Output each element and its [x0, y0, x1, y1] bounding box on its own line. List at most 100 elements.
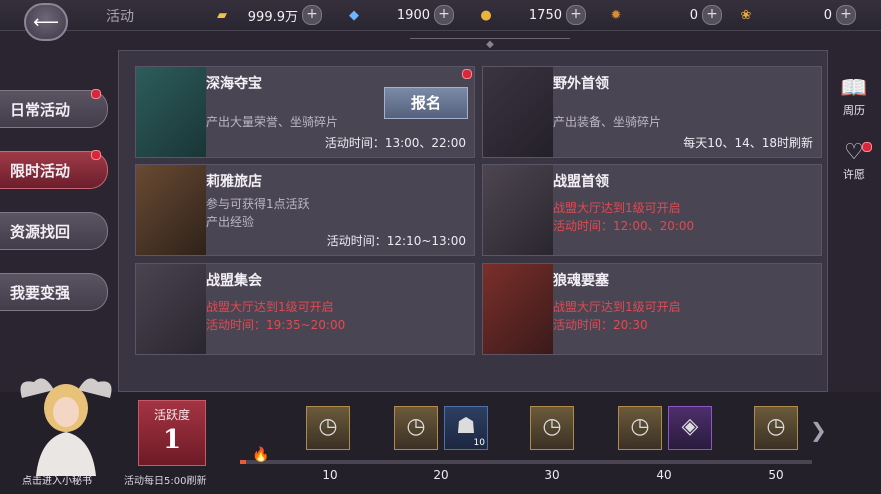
milestone-label: 20 [433, 468, 449, 482]
flame-icon: 🔥 [252, 447, 270, 463]
activity-points-box: 活跃度 1 [138, 400, 206, 466]
pocket-watch-icon: ◷ [406, 414, 426, 439]
reward-slot[interactable]: ◷ [306, 406, 350, 450]
back-arrow-icon: ⟵ [33, 11, 59, 33]
reward-slot[interactable]: ☗ 10 [444, 406, 488, 450]
activity-card[interactable]: 深海夺宝产出大量荣誉、坐骑碎片活动时间：13:00、22:00 报名 [135, 66, 475, 158]
weekly-calendar-button[interactable]: 📖 周历 [832, 76, 876, 118]
resource-value: 1900 [396, 7, 430, 23]
book-icon: 📖 [840, 76, 868, 101]
activity-card[interactable]: 战盟首领战盟大厅达到1级可开启 活动时间：12:00、20:00 [482, 164, 822, 256]
card-detail: 活动时间：20:30 [553, 318, 648, 332]
wild-boss-art [483, 67, 553, 157]
diamond-icon: ◆ [349, 7, 359, 23]
nav-tab-label: 限时活动 [10, 162, 71, 180]
card-time: 活动时间：13:00、22:00 [324, 136, 466, 150]
notification-dot [91, 89, 101, 99]
nav-tab-1[interactable]: 限时活动 [0, 150, 108, 189]
reward-slot[interactable]: ◷ [530, 406, 574, 450]
crystal-gem-icon: ◈ [681, 414, 699, 439]
coin-icon: ● [480, 7, 492, 23]
card-title: 深海夺宝 [206, 76, 262, 92]
reward-slot[interactable]: ◷ [394, 406, 438, 450]
activity-points-label: 活跃度 [153, 408, 190, 422]
pocket-watch-icon: ◷ [542, 414, 562, 439]
card-detail: 战盟大厅达到1级可开启 [553, 201, 681, 215]
milestone-label: 30 [544, 468, 560, 482]
resource-value: 1750 [528, 7, 562, 23]
nav-tab-label: 日常活动 [10, 101, 71, 119]
guild-boss-art [483, 165, 553, 255]
reward-slot[interactable]: ◷ [754, 406, 798, 450]
resource-value: 0 [689, 7, 698, 23]
activity-card[interactable]: 莉雅旅店参与可获得1点活跃 产出经验活动时间：12:10~13:00 [135, 164, 475, 256]
reward-slot[interactable]: ◈ [668, 406, 712, 450]
lia-inn-art [136, 165, 206, 255]
guild-gathering-art [136, 264, 206, 354]
notification-dot [862, 142, 872, 152]
card-title: 野外首领 [553, 76, 609, 92]
card-detail: 活动时间：12:00、20:00 [553, 219, 695, 233]
reward-quantity: 10 [473, 438, 485, 448]
card-detail: 产出经验 [206, 215, 255, 229]
nav-tab-2[interactable]: 资源找回 [0, 212, 108, 250]
activity-refresh-note: 活动每日5:00刷新 [124, 476, 207, 487]
wish-label: 许愿 [843, 168, 865, 181]
feather-icon: ❀ [740, 7, 752, 23]
milestone-label: 10 [322, 468, 338, 482]
signup-button[interactable]: 报名 [384, 87, 468, 119]
resource-0: ▰ 999.9万 + [212, 4, 322, 26]
add-resource-button[interactable]: + [702, 5, 722, 25]
nav-tab-3[interactable]: 我要变强 [0, 273, 108, 311]
add-resource-button[interactable]: + [566, 5, 586, 25]
resource-2: ● 1750 + [476, 4, 586, 26]
secretary-avatar[interactable] [14, 368, 118, 476]
pocket-watch-icon: ◷ [318, 414, 338, 439]
card-title: 狼魂要塞 [553, 273, 609, 289]
add-resource-button[interactable]: + [434, 5, 454, 25]
card-time: 每天10、14、18时刷新 [683, 136, 813, 150]
nav-tab-0[interactable]: 日常活动 [0, 89, 108, 128]
medal-icon: ✹ [610, 7, 622, 23]
card-detail: 产出装备、坐骑碎片 [553, 115, 662, 129]
card-title: 战盟首领 [553, 174, 609, 190]
back-button[interactable]: ⟵ [24, 3, 68, 41]
notification-dot [91, 150, 101, 160]
card-detail: 战盟大厅达到1级可开启 [206, 300, 334, 314]
resource-3: ✹ 0 + [606, 4, 722, 26]
page-title: 活动 [106, 9, 134, 25]
milestone-label: 40 [656, 468, 672, 482]
resource-4: ❀ 0 + [736, 4, 856, 26]
card-detail: 战盟大厅达到1级可开启 [553, 300, 681, 314]
resource-value: 0 [823, 7, 832, 23]
card-detail: 产出大量荣誉、坐骑碎片 [206, 115, 339, 129]
resource-1: ◆ 1900 + [344, 4, 454, 26]
pocket-watch-icon: ◷ [630, 414, 650, 439]
weekly-calendar-label: 周历 [843, 104, 865, 117]
activity-progress-fill [240, 460, 246, 464]
next-arrow-icon[interactable]: ❯ [810, 418, 827, 442]
milestone-label: 50 [768, 468, 784, 482]
activity-card[interactable]: 战盟集会战盟大厅达到1级可开启 活动时间：19:35~20:00 [135, 263, 475, 355]
card-time: 活动时间：12:10~13:00 [326, 234, 466, 248]
silver-chest-icon: ☗ [456, 414, 476, 439]
activity-progress-bar [240, 460, 812, 464]
nav-tab-label: 资源找回 [10, 223, 71, 241]
wish-button[interactable]: ♡ 许愿 [832, 140, 876, 182]
card-title: 莉雅旅店 [206, 174, 262, 190]
activity-card[interactable]: 野外首领产出装备、坐骑碎片每天10、14、18时刷新 [482, 66, 822, 158]
reward-slot[interactable]: ◷ [618, 406, 662, 450]
resource-value: 999.9万 [247, 9, 298, 25]
secretary-label: 点击进入小秘书 [22, 476, 92, 487]
card-detail: 活动时间：19:35~20:00 [206, 318, 346, 332]
pocket-watch-icon: ◷ [766, 414, 786, 439]
gold-bar-icon: ▰ [217, 7, 227, 23]
deep-sea-treasure-art [136, 67, 206, 157]
notification-dot [462, 69, 472, 79]
nav-tab-label: 我要变强 [10, 284, 71, 302]
card-detail: 参与可获得1点活跃 [206, 197, 310, 211]
card-title: 战盟集会 [206, 273, 262, 289]
add-resource-button[interactable]: + [836, 5, 856, 25]
add-resource-button[interactable]: + [302, 5, 322, 25]
activity-card[interactable]: 狼魂要塞战盟大厅达到1级可开启 活动时间：20:30 [482, 263, 822, 355]
